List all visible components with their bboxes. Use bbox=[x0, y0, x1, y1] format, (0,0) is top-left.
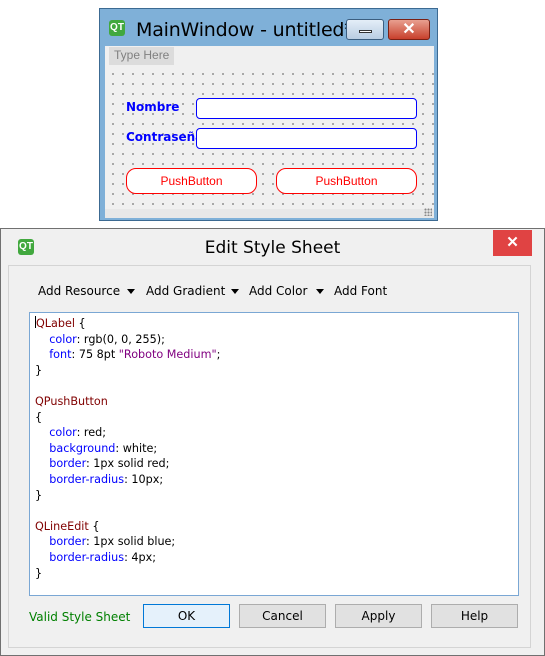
add-color-dropdown-icon[interactable] bbox=[316, 289, 324, 294]
code-token: { bbox=[75, 317, 86, 330]
code-line: QPushButton bbox=[35, 394, 518, 410]
code-token: QPushButton bbox=[35, 394, 108, 408]
code-line: border-radius: 4px; bbox=[35, 550, 518, 566]
code-token: : rgb(0, 0, 255); bbox=[76, 332, 165, 346]
code-line: border-radius: 10px; bbox=[35, 472, 518, 488]
code-token: background bbox=[49, 441, 116, 455]
code-line: { bbox=[35, 410, 518, 426]
menubar-type-here[interactable]: Type Here bbox=[109, 47, 175, 65]
statusbar bbox=[105, 208, 434, 218]
code-token: : 1px solid red; bbox=[85, 457, 170, 471]
contrasena-label: Contraseña bbox=[126, 130, 204, 144]
stylesheet-editor[interactable]: QLabel { color: rgb(0, 0, 255); font: 75… bbox=[29, 312, 519, 596]
main-window-preview: QT MainWindow - untitled* ✕ Type Here No… bbox=[99, 8, 438, 221]
ok-button[interactable]: OK bbox=[143, 604, 230, 628]
push-button-1[interactable]: PushButton bbox=[126, 168, 257, 194]
add-resource-button[interactable]: Add Resource bbox=[38, 284, 120, 298]
code-token: border-radius bbox=[49, 550, 125, 564]
code-token: QLineEdit bbox=[35, 519, 89, 533]
code-token: : 10px; bbox=[124, 472, 164, 486]
dialog-titlebar[interactable]: QT Edit Style Sheet ✕ bbox=[1, 229, 544, 265]
close-button[interactable]: ✕ bbox=[388, 19, 430, 40]
code-line: color: red; bbox=[35, 425, 518, 441]
help-button[interactable]: Help bbox=[431, 604, 518, 628]
add-gradient-button[interactable]: Add Gradient bbox=[146, 284, 225, 298]
code-token: font bbox=[49, 348, 72, 362]
minimize-button[interactable] bbox=[346, 19, 384, 40]
code-token: color bbox=[49, 332, 77, 346]
code-line: } bbox=[35, 363, 518, 379]
close-icon: ✕ bbox=[402, 21, 416, 38]
qt-logo-icon: QT bbox=[109, 20, 125, 36]
code-token: : 75 8pt bbox=[71, 348, 119, 362]
code-line: color: rgb(0, 0, 255); bbox=[35, 332, 518, 348]
main-window-title: MainWindow - untitled* bbox=[136, 19, 354, 41]
contrasena-input[interactable] bbox=[196, 128, 417, 149]
code-token: border bbox=[49, 535, 86, 549]
code-line: font: 75 8pt "Roboto Medium"; bbox=[35, 347, 518, 363]
code-line: QLabel { bbox=[35, 316, 518, 332]
add-font-button[interactable]: Add Font bbox=[334, 284, 387, 298]
code-token: } bbox=[35, 566, 43, 580]
main-window-titlebar[interactable]: QT MainWindow - untitled* ✕ bbox=[100, 9, 437, 45]
add-gradient-dropdown-icon[interactable] bbox=[231, 289, 239, 294]
dialog-title: Edit Style Sheet bbox=[204, 238, 341, 258]
nombre-input[interactable] bbox=[196, 98, 417, 119]
code-line: } bbox=[35, 488, 518, 504]
code-token: color bbox=[49, 426, 77, 440]
code-token: { bbox=[88, 519, 100, 533]
close-icon: ✕ bbox=[506, 234, 519, 251]
code-token: : 4px; bbox=[124, 550, 157, 564]
code-line: } bbox=[35, 566, 518, 582]
status-label: Valid Style Sheet bbox=[29, 610, 131, 624]
add-resource-dropdown-icon[interactable] bbox=[127, 289, 135, 294]
code-token: : 1px solid blue; bbox=[85, 535, 176, 549]
code-token: } bbox=[35, 488, 43, 502]
code-token: { bbox=[35, 410, 43, 424]
code-token: QLabel bbox=[36, 317, 75, 330]
dialog-close-button[interactable]: ✕ bbox=[493, 230, 532, 256]
resize-grip-icon[interactable] bbox=[424, 208, 432, 216]
apply-button[interactable]: Apply bbox=[335, 604, 422, 628]
menubar: Type Here bbox=[105, 46, 434, 66]
push-button-2[interactable]: PushButton bbox=[276, 168, 417, 194]
code-token: border bbox=[49, 457, 86, 471]
code-token: border-radius bbox=[49, 472, 125, 486]
code-token: ; bbox=[216, 348, 221, 362]
code-token: } bbox=[35, 363, 43, 377]
code-line: border: 1px solid blue; bbox=[35, 534, 518, 550]
add-color-button[interactable]: Add Color bbox=[249, 284, 307, 298]
code-token: "Roboto Medium" bbox=[118, 348, 217, 362]
minimize-icon bbox=[359, 30, 372, 33]
form-canvas[interactable]: Nombre Contraseña PushButton PushButton bbox=[105, 66, 434, 216]
code-line: border: 1px solid red; bbox=[35, 456, 518, 472]
code-line: QLineEdit { bbox=[35, 519, 518, 535]
edit-style-sheet-dialog: QT Edit Style Sheet ✕ Add Resource Add G… bbox=[0, 228, 545, 656]
code-token: : white; bbox=[115, 441, 158, 455]
code-line: background: white; bbox=[35, 441, 518, 457]
code-token: : red; bbox=[76, 426, 107, 440]
cancel-button[interactable]: Cancel bbox=[239, 604, 326, 628]
nombre-label: Nombre bbox=[126, 100, 180, 114]
